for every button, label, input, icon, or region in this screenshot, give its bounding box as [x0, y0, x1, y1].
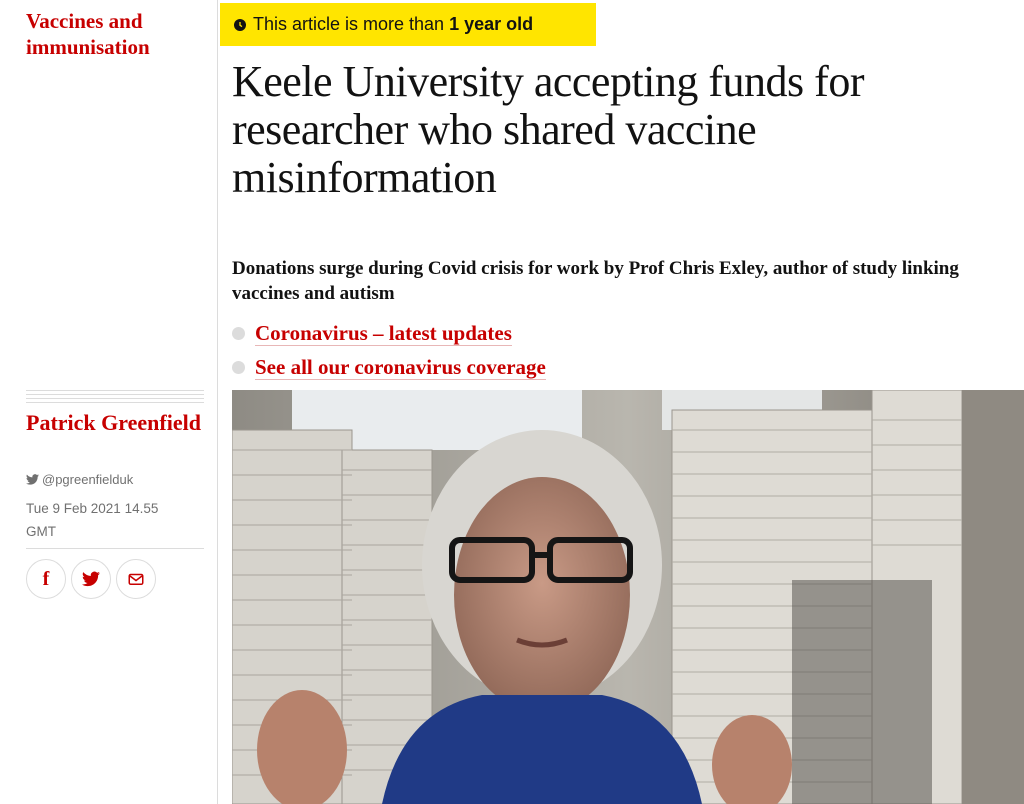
- twitter-icon: [82, 571, 100, 587]
- divider: [26, 548, 204, 549]
- twitter-handle[interactable]: @pgreenfielduk: [26, 472, 133, 487]
- related-link-coverage[interactable]: See all our coronavirus coverage: [255, 355, 546, 380]
- twitter-bird-icon: [26, 474, 39, 485]
- related-link-row: Coronavirus – latest updates: [232, 316, 546, 350]
- age-badge-prefix: This article is more than: [253, 14, 445, 34]
- byline-rules: [26, 390, 204, 406]
- facebook-icon: f: [42, 568, 50, 590]
- column-divider: [217, 0, 218, 804]
- article-headline: Keele University accepting funds for res…: [232, 57, 865, 202]
- share-email-button[interactable]: [116, 559, 156, 599]
- age-badge-value: 1 year old: [449, 14, 534, 34]
- article-age-badge: This article is more than 1 year old: [220, 3, 596, 46]
- bullet-icon: [232, 360, 245, 374]
- section-label[interactable]: Vaccines and immunisation: [26, 8, 211, 60]
- bullet-icon: [232, 326, 245, 340]
- related-links: Coronavirus – latest updates See all our…: [232, 316, 546, 384]
- photo-illustration: [232, 390, 1024, 804]
- article-standfirst: Donations surge during Covid crisis for …: [232, 258, 959, 304]
- related-link-row: See all our coronavirus coverage: [232, 350, 546, 384]
- share-facebook-button[interactable]: f: [26, 559, 66, 599]
- clock-icon: [234, 18, 246, 31]
- publish-date: Tue 9 Feb 2021 14.55 GMT: [26, 501, 159, 539]
- email-icon: [128, 573, 144, 585]
- article-photo: [232, 390, 1024, 804]
- share-twitter-button[interactable]: [71, 559, 111, 599]
- related-link-latest-updates[interactable]: Coronavirus – latest updates: [255, 321, 512, 346]
- left-column: Vaccines and immunisation Patrick Greenf…: [0, 0, 218, 804]
- twitter-handle-text: @pgreenfielduk: [42, 472, 134, 487]
- author-name[interactable]: Patrick Greenfield: [26, 410, 211, 435]
- share-buttons: f: [26, 559, 156, 599]
